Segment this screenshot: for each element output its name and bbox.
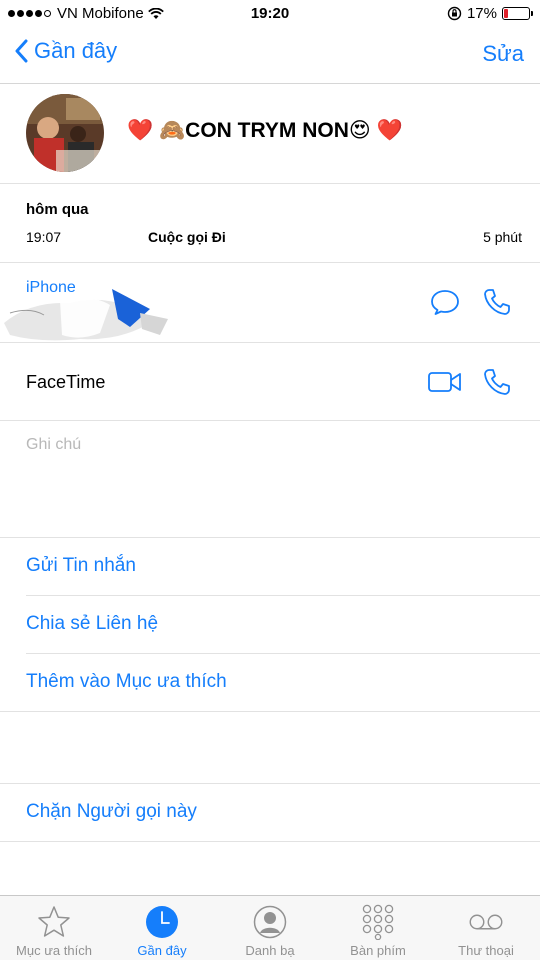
avatar[interactable] bbox=[26, 94, 104, 172]
keypad-icon bbox=[360, 904, 396, 940]
battery-icon bbox=[502, 7, 533, 20]
contact-header: ❤️ 🙈CON TRYM NON😍 ❤️ bbox=[0, 84, 540, 184]
tab-recents[interactable]: Gần đây bbox=[108, 896, 216, 960]
tab-label: Danh bạ bbox=[245, 943, 295, 958]
tab-label: Mục ưa thích bbox=[16, 943, 92, 958]
block-caller-button[interactable]: Chặn Người gọi này bbox=[0, 784, 540, 842]
phone-number-row[interactable]: iPhone bbox=[0, 263, 540, 343]
message-icon[interactable] bbox=[428, 285, 462, 319]
tab-contacts[interactable]: Danh bạ bbox=[216, 896, 324, 960]
edit-button[interactable]: Sửa bbox=[482, 41, 524, 67]
battery-percent: 17% bbox=[466, 5, 497, 22]
tab-voicemail[interactable]: Thư thoại bbox=[432, 896, 540, 960]
tab-label: Bàn phím bbox=[350, 943, 406, 958]
recent-call-duration: 5 phút bbox=[483, 229, 522, 245]
tab-favorites[interactable]: Mục ưa thích bbox=[0, 896, 108, 960]
audio-call-icon[interactable] bbox=[480, 365, 514, 399]
status-right: 17% bbox=[447, 5, 533, 22]
block-caller-label: Chặn Người gọi này bbox=[26, 801, 197, 822]
recent-call-date: hôm qua bbox=[26, 201, 89, 218]
voicemail-icon bbox=[468, 904, 504, 940]
share-contact-label: Chia sẻ Liên hệ bbox=[26, 613, 159, 634]
send-message-label: Gửi Tin nhắn bbox=[26, 555, 136, 576]
nav-bar: Gần đây Sửa bbox=[0, 28, 540, 84]
share-contact-button[interactable]: Chia sẻ Liên hệ bbox=[0, 596, 540, 654]
contact-name-text: CON TRYM NON bbox=[185, 119, 349, 142]
recent-call-time: 19:07 bbox=[26, 229, 62, 245]
heart-emoji: ❤️ bbox=[376, 119, 403, 142]
video-call-icon[interactable] bbox=[428, 365, 462, 399]
redacted-number-smudge bbox=[4, 289, 168, 341]
status-bar: VN Mobifone 19:20 17% bbox=[0, 0, 540, 28]
rotation-lock-icon bbox=[447, 6, 462, 21]
back-button[interactable]: Gần đây bbox=[14, 38, 117, 64]
send-message-button[interactable]: Gửi Tin nhắn bbox=[0, 538, 540, 596]
facetime-label: FaceTime bbox=[26, 372, 106, 392]
back-button-label: Gần đây bbox=[34, 38, 118, 63]
tab-keypad[interactable]: Bàn phím bbox=[324, 896, 432, 960]
phone-call-icon[interactable] bbox=[480, 285, 514, 319]
tab-label: Thư thoại bbox=[458, 943, 514, 958]
tab-label: Gần đây bbox=[137, 943, 187, 958]
clock-icon bbox=[144, 904, 180, 940]
heart-emoji: ❤️ bbox=[127, 119, 154, 142]
chevron-left-icon bbox=[15, 39, 28, 63]
recent-call-type: Cuộc gọi Đi bbox=[148, 229, 226, 245]
notes-field[interactable]: Ghi chú bbox=[26, 436, 81, 454]
contact-name: ❤️ 🙈CON TRYM NON😍 ❤️ bbox=[127, 118, 403, 143]
recent-call-info: hôm qua 19:07 Cuộc gọi Đi 5 phút bbox=[0, 185, 540, 263]
star-icon bbox=[36, 904, 72, 940]
add-favorite-label: Thêm vào Mục ưa thích bbox=[26, 671, 227, 692]
contacts-icon bbox=[252, 904, 288, 940]
tab-bar: Mục ưa thích Gần đây Danh bạ Bàn phím Th… bbox=[0, 895, 540, 960]
smiley-emoji: 😍 bbox=[348, 119, 371, 142]
facetime-row[interactable]: FaceTime bbox=[0, 343, 540, 421]
add-favorite-button[interactable]: Thêm vào Mục ưa thích bbox=[0, 654, 540, 712]
monkey-emoji: 🙈 bbox=[159, 119, 186, 142]
